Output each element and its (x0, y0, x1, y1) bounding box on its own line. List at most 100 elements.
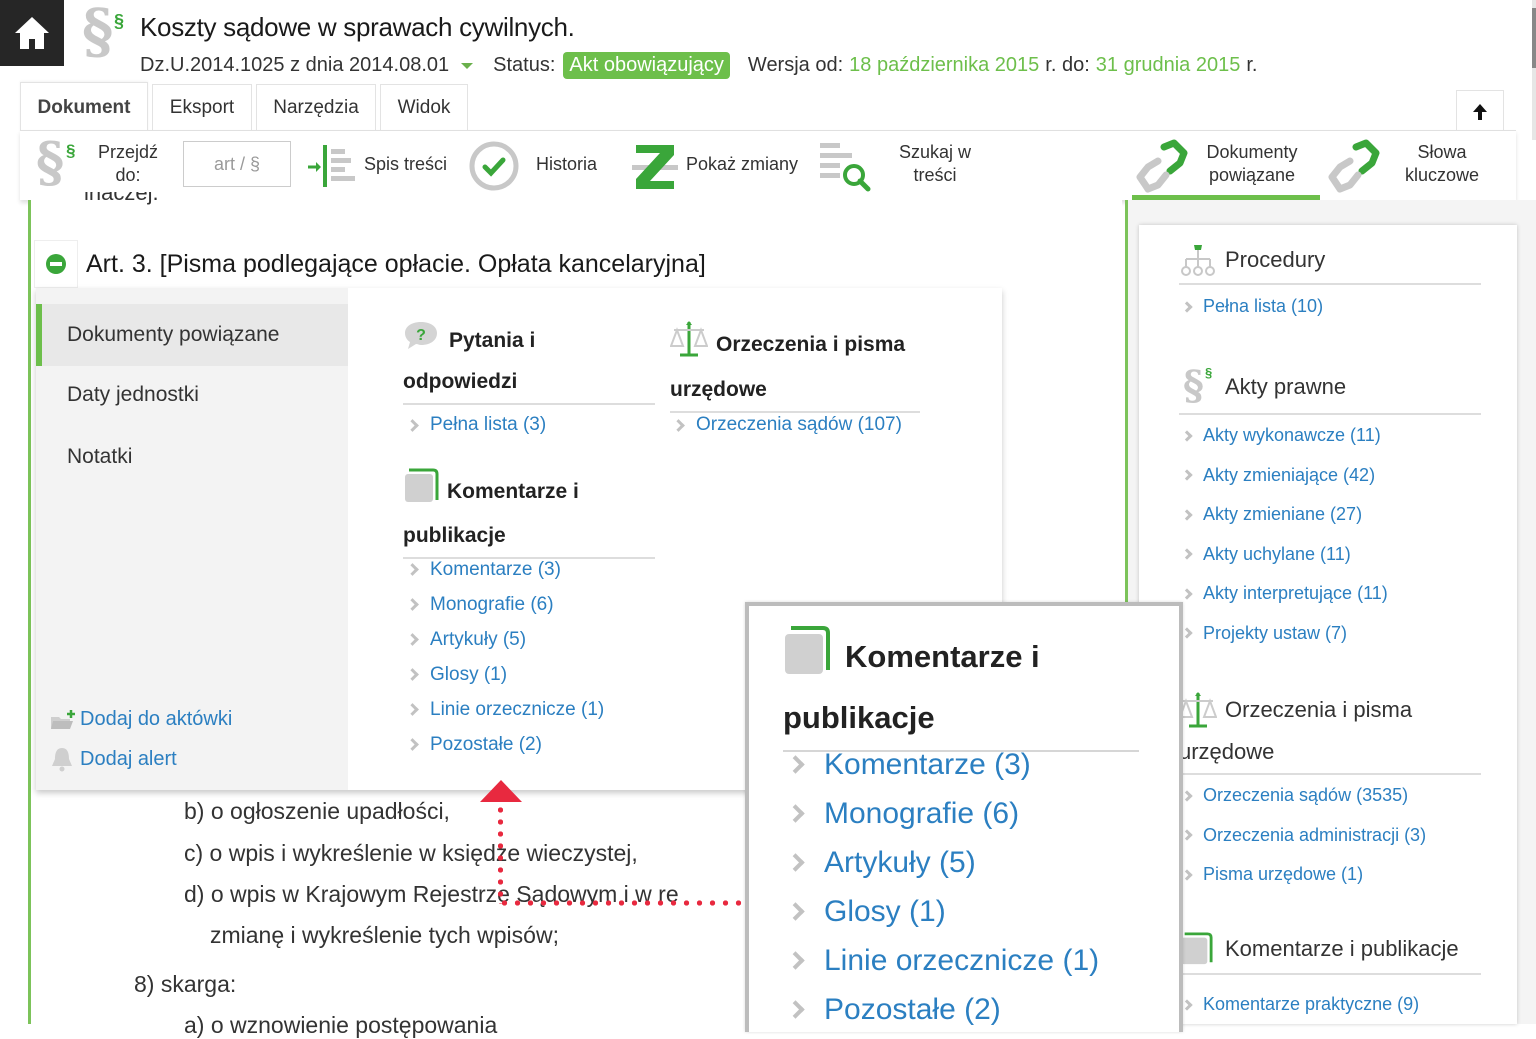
chevron-right-icon (406, 633, 419, 646)
annotation-arrow-head (480, 780, 522, 802)
chevron-right-icon (786, 902, 805, 921)
list-item[interactable]: Akty interpretujące (11) (1181, 574, 1388, 614)
list-item[interactable]: Orzeczenia sądów (3535) (1181, 776, 1426, 816)
arrow-up-icon (1473, 103, 1487, 120)
chevron-right-icon (1181, 469, 1193, 481)
chevron-right-icon (1181, 790, 1193, 802)
panel-nav-notes[interactable]: Notatki (36, 426, 348, 488)
related-docs-label[interactable]: Dokumenty powiązane (1192, 141, 1312, 187)
chevron-right-icon (406, 418, 419, 432)
chevron-right-icon (672, 418, 685, 432)
chevron-right-icon (786, 804, 805, 823)
chevron-right-icon (1181, 869, 1193, 881)
list-item[interactable]: Akty uchylane (11) (1181, 535, 1388, 575)
list-item[interactable]: Glosy (1) (406, 657, 604, 692)
list-item[interactable]: Pełna lista (10) (1181, 287, 1323, 327)
legal-acts-header: § § Akty prawne (1179, 361, 1481, 415)
scrollbar-thumb[interactable] (1532, 8, 1536, 68)
show-changes-label[interactable]: Pokaż zmiany (686, 153, 798, 176)
document-text-line: c) o wpis i wykreślenie w księdze wieczy… (184, 840, 638, 866)
list-item[interactable]: Pozostałe (2) (786, 985, 1099, 1032)
comments-header: Komentarze i publikacje (1179, 925, 1481, 975)
version-from-date[interactable]: 18 października 2015 (849, 54, 1039, 77)
add-to-briefcase-link[interactable]: Dodaj do aktówki (50, 708, 232, 731)
list-item[interactable]: Pisma urzędowe (1) (1181, 855, 1426, 895)
list-item[interactable]: Akty zmieniane (27) (1181, 495, 1388, 535)
comments-links: Komentarze (3) Monografie (6) Artykuły (… (406, 552, 604, 762)
list-item[interactable]: Akty zmieniające (42) (1181, 456, 1388, 496)
chevron-right-icon (786, 853, 805, 872)
goto-article-input[interactable] (183, 141, 291, 187)
keywords-label[interactable]: Słowa kluczowe (1392, 141, 1492, 187)
keywords-button[interactable] (1326, 139, 1380, 193)
scroll-to-top-button[interactable] (1456, 90, 1504, 132)
minus-circle-icon (46, 254, 66, 274)
list-item[interactable]: Orzeczenia sądów (107) (672, 408, 902, 442)
list-item[interactable]: Artykuły (5) (406, 622, 604, 657)
list-item[interactable]: Pozostałe (2) (406, 727, 604, 762)
scales-icon (669, 320, 709, 371)
chevron-right-icon (406, 668, 419, 681)
panel-nav-unit-dates[interactable]: Daty jednostki (36, 364, 348, 426)
version-to-date[interactable]: 31 grudnia 2015 (1096, 54, 1241, 77)
list-item[interactable]: Orzeczenia administracji (3) (1181, 816, 1426, 856)
list-item[interactable]: Linie orzecznicze (1) (406, 692, 604, 727)
rulings-section-header: Orzeczenia i pisma urzędowe (669, 320, 920, 413)
qa-links: Pełna lista (3) (406, 408, 546, 442)
list-item[interactable]: Komentarze (3) (406, 552, 604, 587)
collapse-article-button[interactable] (34, 240, 78, 288)
callout-links: Komentarze (3) Monografie (6) Artykuły (… (786, 740, 1099, 1032)
tab-eksport[interactable]: Eksport (152, 84, 252, 130)
history-button[interactable] (468, 140, 520, 192)
toc-label[interactable]: Spis treści (364, 153, 447, 176)
scales-icon (1179, 691, 1225, 729)
list-item[interactable]: Linie orzecznicze (1) (786, 936, 1099, 985)
list-item[interactable]: Artykuły (5) (786, 838, 1099, 887)
list-item[interactable]: Projekty ustaw (7) (1181, 614, 1388, 654)
chevron-right-icon (406, 563, 419, 576)
question-bubble-icon: ? (403, 320, 441, 363)
search-in-text-label[interactable]: Szukaj w treści (890, 141, 980, 187)
procedures-links: Pełna lista (10) (1181, 287, 1323, 327)
list-item[interactable]: Monografie (6) (406, 587, 604, 622)
show-changes-button[interactable] (632, 143, 678, 191)
tab-widok[interactable]: Widok (380, 84, 468, 130)
tab-narzedzia[interactable]: Narzędzia (256, 84, 376, 130)
list-item[interactable]: Pełna lista (3) (406, 408, 546, 442)
toc-button[interactable] (306, 143, 362, 189)
legal-act-icon: § § (1183, 362, 1213, 409)
toolbar: § § Przejdźdo: Spis treści Historia Poka… (20, 130, 1516, 201)
chevron-right-icon (786, 1000, 805, 1019)
add-alert-link[interactable]: Dodaj alert (50, 746, 177, 772)
list-item[interactable]: Akty wykonawcze (11) (1181, 416, 1388, 456)
goto-paragraph-icon: § § (36, 130, 76, 194)
tab-dokument[interactable]: Dokument (20, 82, 148, 132)
link-chain-icon (1328, 139, 1380, 193)
list-item[interactable]: Glosy (1) (786, 887, 1099, 936)
publication-reference: Dz.U.2014.1025 z dnia 2014.08.01 (140, 54, 450, 76)
panel-nav-related-docs[interactable]: Dokumenty powiązane (36, 304, 348, 366)
document-text-line: 8) skarga: (134, 971, 237, 997)
list-item[interactable]: Monografie (6) (786, 789, 1099, 838)
chevron-right-icon (406, 703, 419, 716)
version-end-label: r. (1246, 54, 1258, 76)
home-button[interactable] (0, 0, 64, 66)
list-item[interactable]: Komentarze praktyczne (9) (1181, 985, 1419, 1025)
document-text-line: b) o ogłoszenie upadłości, (184, 798, 450, 824)
chevron-right-icon (406, 738, 419, 751)
rulings-links: Orzeczenia sądów (3535) Orzeczenia admin… (1181, 776, 1426, 895)
version-label: Wersja od: (747, 54, 844, 76)
procedures-header: Procedury (1179, 237, 1481, 285)
chevron-right-icon (786, 951, 805, 970)
chevron-right-icon (1181, 588, 1193, 600)
related-documents-sidebar: Procedury Pełna lista (10) § § Akty praw… (1139, 225, 1517, 1024)
search-in-text-button[interactable] (818, 139, 874, 193)
list-item[interactable]: Komentarze (3) (786, 740, 1099, 789)
hierarchy-icon (1179, 243, 1225, 277)
legal-acts-links: Akty wykonawcze (11) Akty zmieniające (4… (1181, 416, 1388, 654)
comments-section-header: Komentarze i publikacje (403, 468, 655, 559)
chevron-down-icon[interactable] (461, 62, 474, 69)
related-docs-button[interactable] (1134, 139, 1188, 193)
document-title: Koszty sądowe w sprawach cywilnych. (140, 12, 575, 42)
history-label[interactable]: Historia (536, 153, 597, 176)
